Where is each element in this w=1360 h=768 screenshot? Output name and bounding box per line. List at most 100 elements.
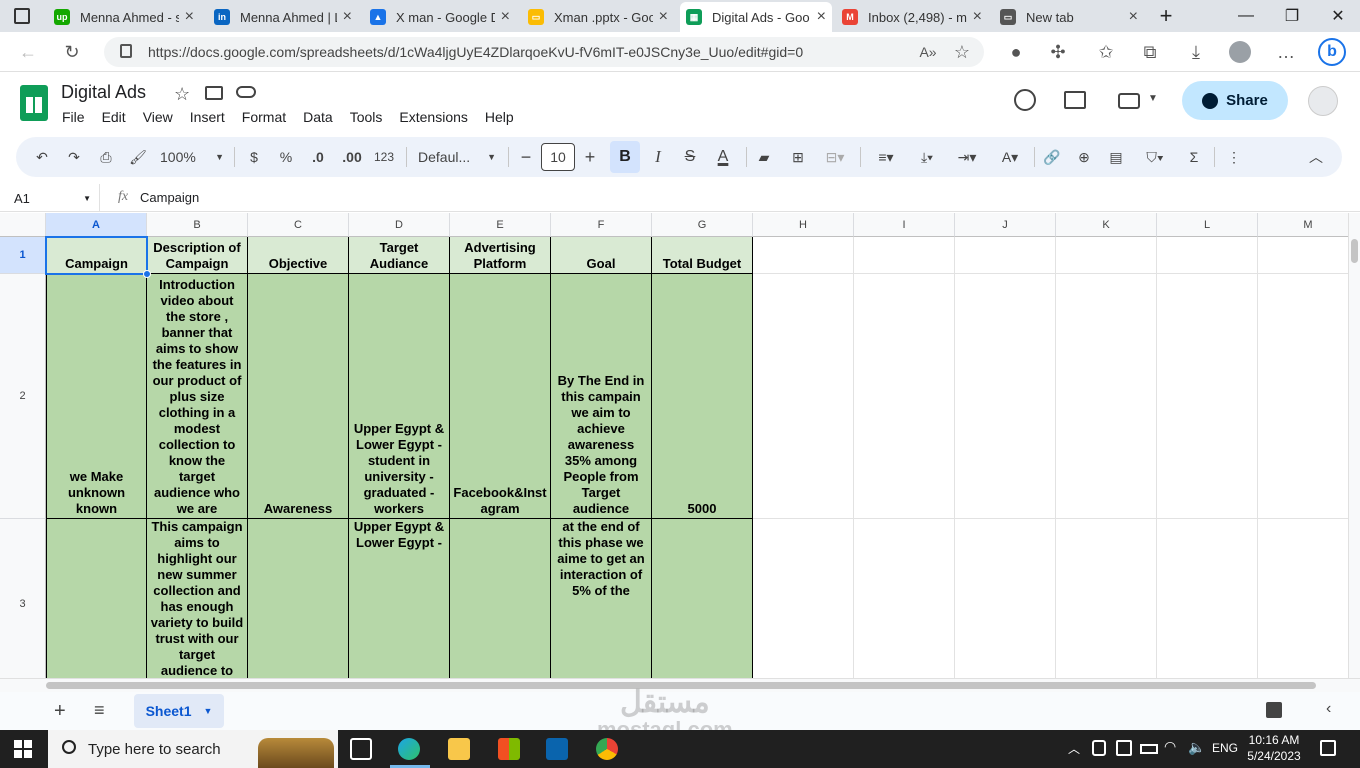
volume-icon[interactable]: 🔈 bbox=[1188, 739, 1205, 756]
downloads-icon[interactable]: ⤓ bbox=[1184, 40, 1208, 64]
empty-cell[interactable] bbox=[1157, 274, 1258, 519]
sheets-logo-icon[interactable] bbox=[20, 85, 48, 121]
column-header[interactable]: A bbox=[46, 213, 147, 237]
star-icon[interactable]: ☆ bbox=[174, 84, 190, 105]
column-header[interactable]: M bbox=[1258, 213, 1348, 237]
increase-decimal-button[interactable]: .00 bbox=[338, 147, 366, 167]
empty-cell[interactable] bbox=[753, 519, 854, 678]
store-icon[interactable] bbox=[498, 738, 520, 760]
edge-icon[interactable] bbox=[398, 738, 420, 760]
wifi-icon[interactable]: ◠ bbox=[1164, 738, 1176, 755]
row-header[interactable]: 3 bbox=[0, 519, 46, 678]
column-header[interactable]: L bbox=[1157, 213, 1258, 237]
empty-cell[interactable] bbox=[1258, 519, 1348, 678]
read-aloud-icon[interactable]: A» bbox=[916, 40, 940, 64]
menu-tools[interactable]: Tools bbox=[350, 109, 383, 125]
header-cell[interactable]: Target Audiance bbox=[349, 237, 450, 274]
input-language[interactable]: ENG bbox=[1212, 741, 1238, 755]
close-tab-icon[interactable]: × bbox=[659, 8, 668, 26]
empty-cell[interactable] bbox=[1258, 274, 1348, 519]
font-size-decrease-icon[interactable]: − bbox=[516, 147, 536, 167]
windows-start-icon[interactable] bbox=[14, 740, 32, 758]
restore-icon[interactable]: ❐ bbox=[1278, 4, 1306, 28]
browser-tab[interactable]: ▲ X man - Google D × bbox=[364, 4, 516, 30]
browser-tab[interactable]: M Inbox (2,498) - m × bbox=[836, 4, 988, 30]
scroll-thumb[interactable] bbox=[1351, 239, 1358, 263]
print-icon[interactable]: ⎙ bbox=[96, 147, 116, 167]
column-header[interactable]: G bbox=[652, 213, 753, 237]
notifications-icon[interactable] bbox=[1320, 740, 1336, 756]
merge-cells-icon[interactable]: ⊟▾ bbox=[820, 147, 850, 167]
close-window-icon[interactable]: ✕ bbox=[1324, 4, 1352, 28]
font-select[interactable]: Defaul... ▼ bbox=[418, 147, 496, 167]
functions-icon[interactable]: Σ bbox=[1184, 147, 1204, 167]
meet-dropdown-icon[interactable]: ▼ bbox=[1148, 93, 1158, 104]
header-cell[interactable]: Advertising Platform bbox=[450, 237, 551, 274]
number-format-button[interactable]: 123 bbox=[370, 147, 398, 167]
horizontal-align-icon[interactable]: ≡▾ bbox=[870, 147, 902, 167]
header-cell[interactable]: Objective bbox=[248, 237, 349, 274]
account-avatar[interactable] bbox=[1308, 86, 1338, 116]
formula-input[interactable]: Campaign bbox=[140, 190, 1340, 205]
column-header[interactable]: H bbox=[753, 213, 854, 237]
close-tab-icon[interactable]: × bbox=[973, 8, 982, 26]
text-color-button[interactable]: A bbox=[712, 147, 734, 167]
browser-tab[interactable]: in Menna Ahmed | L × bbox=[208, 4, 358, 30]
header-cell[interactable]: Goal bbox=[551, 237, 652, 274]
add-favorite-icon[interactable]: ☆ bbox=[950, 40, 974, 64]
data-cell[interactable]: Facebook&Instagram bbox=[450, 274, 551, 519]
data-cell[interactable] bbox=[248, 519, 349, 678]
profile-avatar-icon[interactable] bbox=[1228, 40, 1252, 64]
insert-comment-icon[interactable]: ⊕ bbox=[1074, 147, 1094, 167]
close-tab-icon[interactable]: × bbox=[343, 8, 352, 26]
menu-help[interactable]: Help bbox=[485, 109, 514, 125]
move-folder-icon[interactable] bbox=[205, 86, 223, 100]
system-clock[interactable]: 10:16 AM 5/24/2023 bbox=[1246, 732, 1302, 764]
menu-file[interactable]: File bbox=[62, 109, 85, 125]
empty-cell[interactable] bbox=[1258, 237, 1348, 274]
task-view-icon[interactable] bbox=[350, 738, 372, 760]
empty-cell[interactable] bbox=[854, 274, 955, 519]
column-header[interactable]: B bbox=[147, 213, 248, 237]
select-all-corner[interactable] bbox=[0, 213, 46, 237]
chrome-icon[interactable] bbox=[596, 738, 618, 760]
close-tab-icon[interactable]: × bbox=[501, 8, 510, 26]
column-header[interactable]: J bbox=[955, 213, 1056, 237]
paint-format-icon[interactable]: 🖌 bbox=[128, 147, 148, 167]
lock-icon[interactable] bbox=[120, 44, 132, 58]
name-box[interactable]: A1 ▼ bbox=[0, 184, 100, 212]
data-cell[interactable]: By The End in this campain we aim to ach… bbox=[551, 274, 652, 519]
cloud-saved-icon[interactable] bbox=[236, 86, 256, 98]
column-header[interactable]: D bbox=[349, 213, 450, 237]
all-sheets-icon[interactable]: ≡ bbox=[94, 700, 105, 721]
mail-icon[interactable] bbox=[546, 738, 568, 760]
meet-video-icon[interactable] bbox=[1118, 93, 1140, 109]
new-tab-icon[interactable]: + bbox=[1152, 3, 1180, 28]
empty-cell[interactable] bbox=[1056, 274, 1157, 519]
font-size-input[interactable]: 10 bbox=[541, 143, 575, 171]
add-sheet-icon[interactable]: + bbox=[54, 700, 66, 723]
extension-icon[interactable]: ● bbox=[1004, 40, 1028, 64]
menu-view[interactable]: View bbox=[143, 109, 173, 125]
reload-icon[interactable]: ↻ bbox=[60, 40, 84, 64]
data-cell[interactable] bbox=[652, 519, 753, 678]
percent-button[interactable]: % bbox=[276, 147, 296, 167]
empty-cell[interactable] bbox=[955, 237, 1056, 274]
menu-edit[interactable]: Edit bbox=[102, 109, 126, 125]
empty-cell[interactable] bbox=[1157, 237, 1258, 274]
column-header[interactable]: K bbox=[1056, 213, 1157, 237]
zoom-select[interactable]: 100% ▼ bbox=[160, 147, 224, 167]
redo-icon[interactable]: ↷ bbox=[64, 147, 84, 167]
favorites-icon[interactable]: ✩ bbox=[1094, 40, 1118, 64]
insert-link-icon[interactable]: 🔗 bbox=[1042, 147, 1062, 167]
menu-format[interactable]: Format bbox=[242, 109, 286, 125]
data-cell[interactable]: at the end of this phase we aime to get … bbox=[551, 519, 652, 678]
empty-cell[interactable] bbox=[955, 274, 1056, 519]
column-header[interactable]: F bbox=[551, 213, 652, 237]
vertical-scrollbar[interactable] bbox=[1348, 213, 1360, 678]
header-cell[interactable]: Description of Campaign bbox=[147, 237, 248, 274]
close-tab-icon[interactable]: × bbox=[817, 8, 826, 26]
empty-cell[interactable] bbox=[1056, 519, 1157, 678]
row-header[interactable]: 1 bbox=[0, 237, 46, 274]
column-header[interactable]: I bbox=[854, 213, 955, 237]
